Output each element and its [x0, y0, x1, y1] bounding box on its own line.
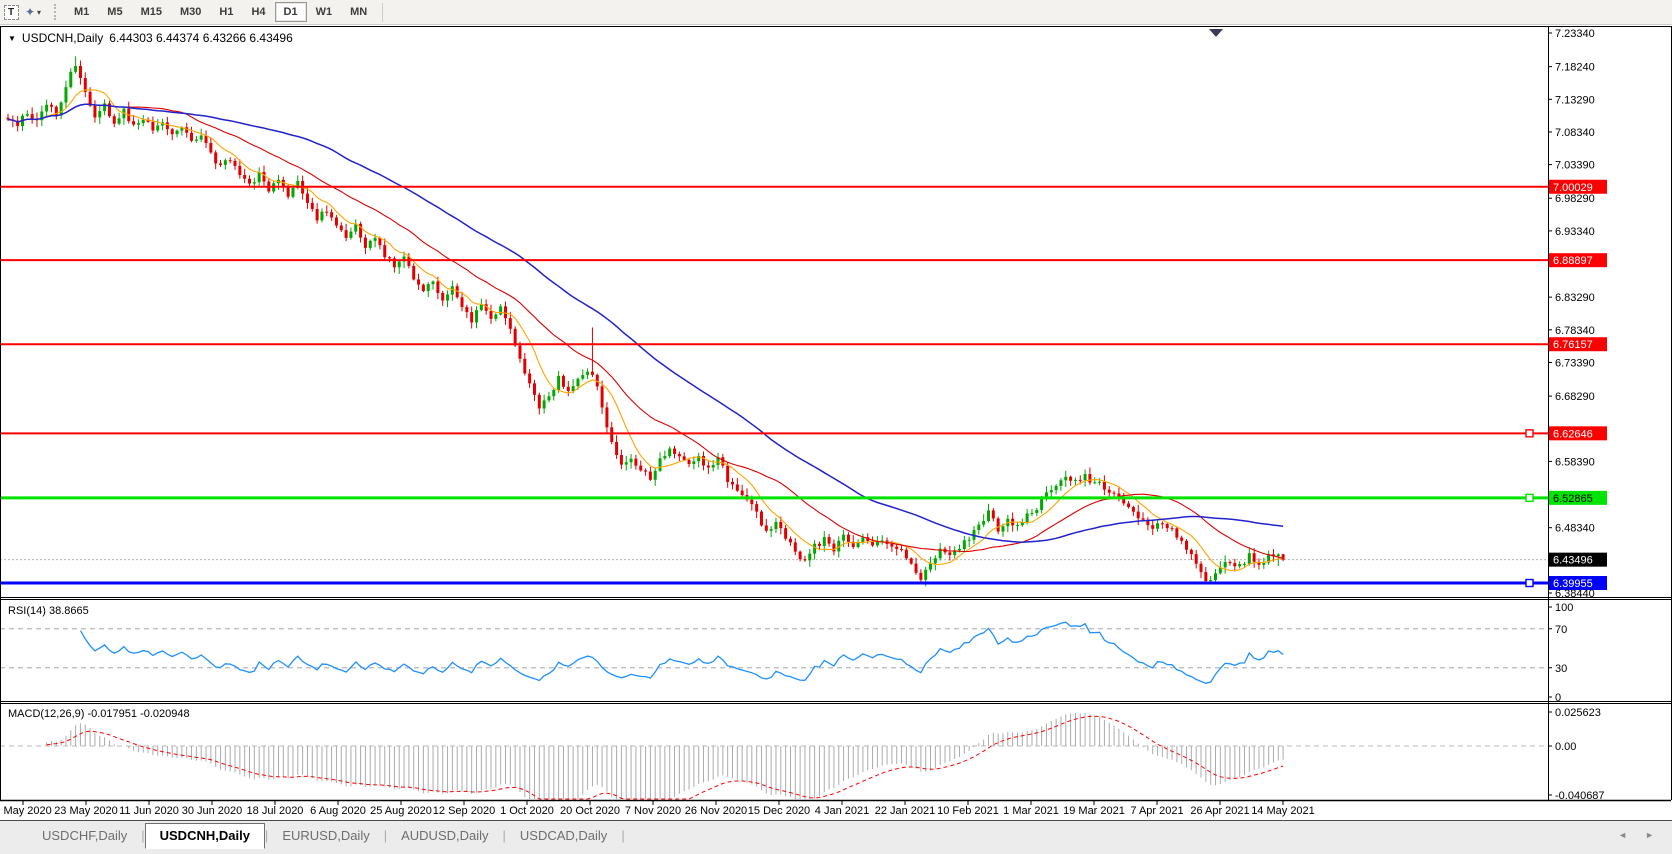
symbol-tab-audusd[interactable]: AUDUSD,Daily	[387, 824, 502, 848]
macd-tick-label: 0.025623	[1555, 707, 1601, 719]
price-tick-label: 7.18240	[1555, 62, 1595, 74]
date-tick-label: 12 Sep 2020	[433, 805, 495, 817]
chart-ohlc-values: 6.44303 6.44374 6.43266 6.43496	[109, 31, 293, 45]
collapse-data-window-icon[interactable]: ▼	[8, 34, 16, 43]
top-toolbar: T ✦ ▾ M1M5M15M30H1H4D1W1MN	[0, 0, 1672, 25]
tab-scroll-left-button[interactable]: ◄	[1618, 830, 1627, 840]
chart-symbol-label: USDCNH,Daily	[22, 31, 103, 45]
level-price-tag-text: 6.62646	[1553, 428, 1593, 440]
price-tick-label: 6.38440	[1555, 588, 1595, 600]
chart-window[interactable]: ▼ USDCNH,Daily 6.44303 6.44374 6.43266 6…	[0, 26, 1672, 820]
level-handle-6.62646[interactable]	[1526, 430, 1533, 437]
rsi-line	[81, 622, 1284, 683]
rsi-tick-label: 100	[1555, 602, 1573, 614]
rsi-tick-label: 70	[1555, 624, 1567, 636]
tab-separator: |	[621, 824, 624, 843]
timeframe-button-m30[interactable]: M30	[171, 2, 210, 22]
tab-scroll-right-button[interactable]: ►	[1645, 830, 1654, 840]
rsi-tick-label: 0	[1555, 692, 1561, 704]
ma-55-line	[8, 104, 1283, 542]
date-tick-label: 5 May 2020	[0, 805, 52, 817]
toolbar-separator	[382, 3, 383, 22]
date-tick-label: 26 Apr 2021	[1190, 805, 1249, 817]
macd-tick-label: -0.040687	[1555, 790, 1605, 802]
price-tick-label: 6.58390	[1555, 456, 1595, 468]
macd-histogram	[47, 713, 1283, 799]
date-tick-label: 18 Jul 2020	[247, 805, 304, 817]
timeframe-button-m1[interactable]: M1	[65, 2, 98, 22]
price-tick-label: 6.73390	[1555, 357, 1595, 369]
rsi-tick-label: 30	[1555, 663, 1567, 675]
axis-labels: 7.000296.888976.761576.626466.528656.399…	[0, 28, 1607, 817]
toolbar-grip-handle[interactable]	[54, 4, 59, 20]
level-handle-6.39955[interactable]	[1526, 580, 1533, 587]
symbol-tab-eurusd[interactable]: EURUSD,Daily	[268, 824, 383, 848]
date-tick-label: 11 Jun 2020	[119, 805, 179, 817]
level-price-tag-text: 6.76157	[1553, 339, 1593, 351]
price-tick-label: 6.48340	[1555, 523, 1595, 535]
timeframe-button-m15[interactable]: M15	[132, 2, 171, 22]
text-tool-button[interactable]: T	[1, 2, 21, 22]
symbol-tab-bar: USDCHF,Daily|USDCNH,Daily|EURUSD,Daily|A…	[0, 820, 1672, 854]
text-tool-icon: T	[4, 5, 19, 20]
price-tick-label: 6.93340	[1555, 226, 1595, 238]
price-tick-label: 6.83290	[1555, 292, 1595, 304]
timeframe-button-d1[interactable]: D1	[275, 2, 307, 22]
macd-indicator-label: MACD(12,26,9) -0.017951 -0.020948	[8, 708, 190, 720]
date-tick-label: 7 Apr 2021	[1130, 805, 1183, 817]
date-tick-label: 23 May 2020	[54, 805, 118, 817]
date-tick-label: 4 Jan 2021	[815, 805, 869, 817]
date-tick-label: 7 Nov 2020	[625, 805, 681, 817]
level-handle-6.52865[interactable]	[1526, 494, 1533, 501]
date-tick-label: 22 Jan 2021	[875, 805, 936, 817]
timeframe-button-m5[interactable]: M5	[98, 2, 131, 22]
price-tick-label: 6.68290	[1555, 391, 1595, 403]
ma-25-line	[8, 104, 1283, 558]
date-tick-label: 26 Nov 2020	[685, 805, 747, 817]
date-tick-label: 10 Feb 2021	[937, 805, 999, 817]
grid-lines	[0, 560, 1548, 746]
chart-title: ▼ USDCNH,Daily 6.44303 6.44374 6.43266 6…	[8, 31, 293, 45]
candles	[7, 56, 1285, 586]
date-tick-label: 14 May 2021	[1251, 805, 1315, 817]
rsi-indicator-label: RSI(14) 38.8665	[8, 605, 89, 617]
current-price-tag-text: 6.43496	[1553, 555, 1593, 567]
date-tick-label: 25 Aug 2020	[370, 805, 432, 817]
timeframe-button-h1[interactable]: H1	[210, 2, 242, 22]
date-tick-label: 1 Mar 2021	[1003, 805, 1059, 817]
macd-tick-label: 0.00	[1555, 741, 1576, 753]
price-tick-label: 6.78340	[1555, 325, 1595, 337]
horizontal-level-lines[interactable]	[0, 187, 1548, 587]
mt4-application-window: T ✦ ▾ M1M5M15M30H1H4D1W1MN ▼ USDCNH,Dail…	[0, 0, 1672, 854]
date-tick-label: 20 Oct 2020	[560, 805, 620, 817]
timeframe-button-w1[interactable]: W1	[307, 2, 342, 22]
symbol-tab-usdcad[interactable]: USDCAD,Daily	[506, 824, 621, 848]
date-tick-label: 30 Jun 2020	[182, 805, 243, 817]
level-price-tag-text: 7.00029	[1553, 182, 1593, 194]
price-tick-label: 7.23340	[1555, 28, 1595, 40]
price-tick-label: 7.08340	[1555, 127, 1595, 139]
timeframe-button-group: M1M5M15M30H1H4D1W1MN	[65, 2, 376, 22]
price-chart-canvas[interactable]: 7.000296.888976.761576.626466.528656.399…	[0, 26, 1672, 820]
arrows-tool-icon: ✦	[25, 5, 35, 19]
timeframe-button-h4[interactable]: H4	[242, 2, 274, 22]
date-tick-label: 6 Aug 2020	[310, 805, 366, 817]
date-tick-label: 1 Oct 2020	[500, 805, 554, 817]
symbol-tab-usdcnh[interactable]: USDCNH,Daily	[145, 823, 265, 849]
price-tick-label: 7.13290	[1555, 94, 1595, 106]
panel-frames	[0, 26, 1672, 801]
chart-shift-marker[interactable]	[1209, 29, 1223, 37]
date-tick-label: 19 Mar 2021	[1063, 805, 1125, 817]
level-price-tag-text: 6.52865	[1553, 493, 1593, 505]
chevron-down-icon: ▾	[37, 8, 41, 17]
price-tick-label: 6.98290	[1555, 193, 1595, 205]
price-tick-label: 7.03390	[1555, 160, 1595, 172]
date-tick-label: 15 Dec 2020	[748, 805, 810, 817]
arrows-tool-button[interactable]: ✦ ▾	[23, 2, 43, 22]
timeframe-button-mn[interactable]: MN	[341, 2, 376, 22]
symbol-tab-usdchf[interactable]: USDCHF,Daily	[28, 824, 141, 848]
level-price-tag-text: 6.88897	[1553, 255, 1593, 267]
